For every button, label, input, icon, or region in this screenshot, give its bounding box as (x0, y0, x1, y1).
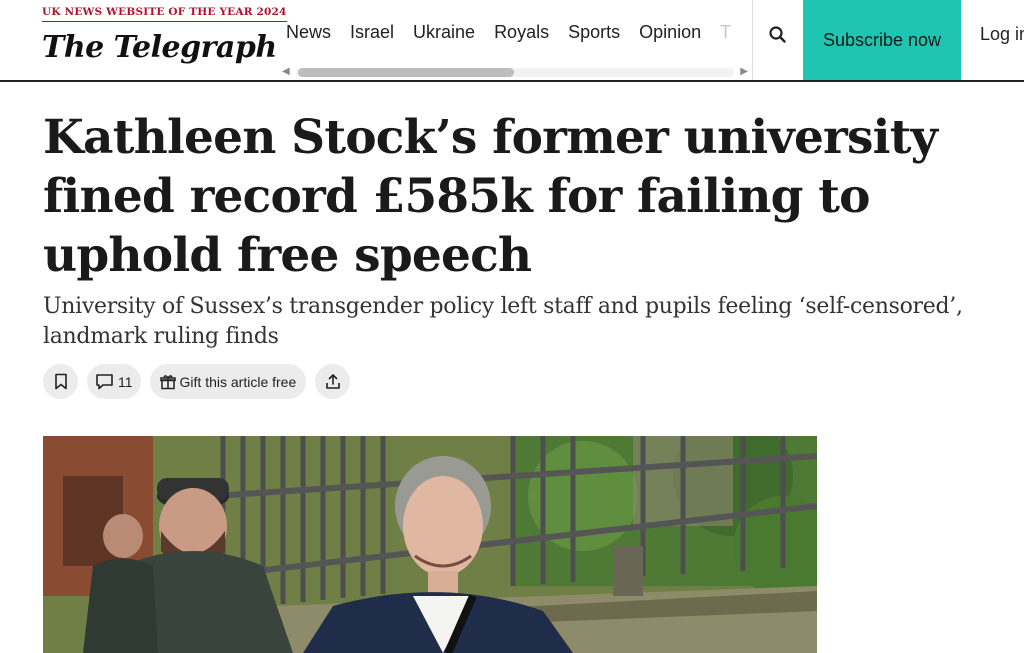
scroll-right-arrow-icon[interactable]: ▶ (740, 66, 748, 77)
article-headline: Kathleen Stock’s former university fined… (43, 110, 938, 283)
share-button[interactable] (315, 364, 351, 399)
article-lead-photo (43, 436, 817, 653)
nav-item-israel[interactable]: Israel (350, 22, 394, 50)
header-divider (752, 0, 753, 80)
article-standfirst: University of Sussex’s transgender polic… (43, 294, 963, 349)
nav-item-opinion[interactable]: Opinion (639, 22, 701, 50)
gift-article-label: Gift this article free (179, 373, 297, 390)
gift-article-button[interactable]: Gift this article free (149, 364, 307, 399)
bookmark-button[interactable] (43, 364, 78, 399)
scrollbar-thumb[interactable] (298, 68, 514, 77)
comment-icon (95, 373, 114, 390)
photo-illustration (43, 436, 817, 653)
nav-item-sports[interactable]: Sports (568, 22, 620, 50)
nav-item-truncated[interactable]: T (720, 22, 731, 50)
nav-scrollbar[interactable]: ◀ ▶ (282, 66, 748, 78)
share-icon (325, 373, 341, 390)
nav-item-news[interactable]: News (286, 22, 331, 50)
gift-icon (159, 374, 176, 390)
login-link[interactable]: Log in (980, 24, 1024, 45)
nav-item-ukraine[interactable]: Ukraine (413, 22, 475, 50)
search-icon[interactable] (768, 24, 788, 46)
nav-item-royals[interactable]: Royals (494, 22, 549, 50)
comments-count: 11 (118, 373, 133, 390)
main-nav: News Israel Ukraine Royals Sports Opinio… (286, 22, 746, 50)
award-banner: UK NEWS WEBSITE OF THE YEAR 2024 (42, 6, 287, 22)
scroll-left-arrow-icon[interactable]: ◀ (282, 66, 290, 77)
article-actions: 11 Gift this article free (43, 364, 351, 399)
telegraph-logo[interactable]: The Telegraph (42, 30, 277, 65)
site-header: UK NEWS WEBSITE OF THE YEAR 2024 The Tel… (0, 0, 1024, 82)
comments-button[interactable]: 11 (87, 364, 141, 399)
subscribe-button[interactable]: Subscribe now (803, 0, 961, 80)
bookmark-icon (54, 373, 68, 390)
